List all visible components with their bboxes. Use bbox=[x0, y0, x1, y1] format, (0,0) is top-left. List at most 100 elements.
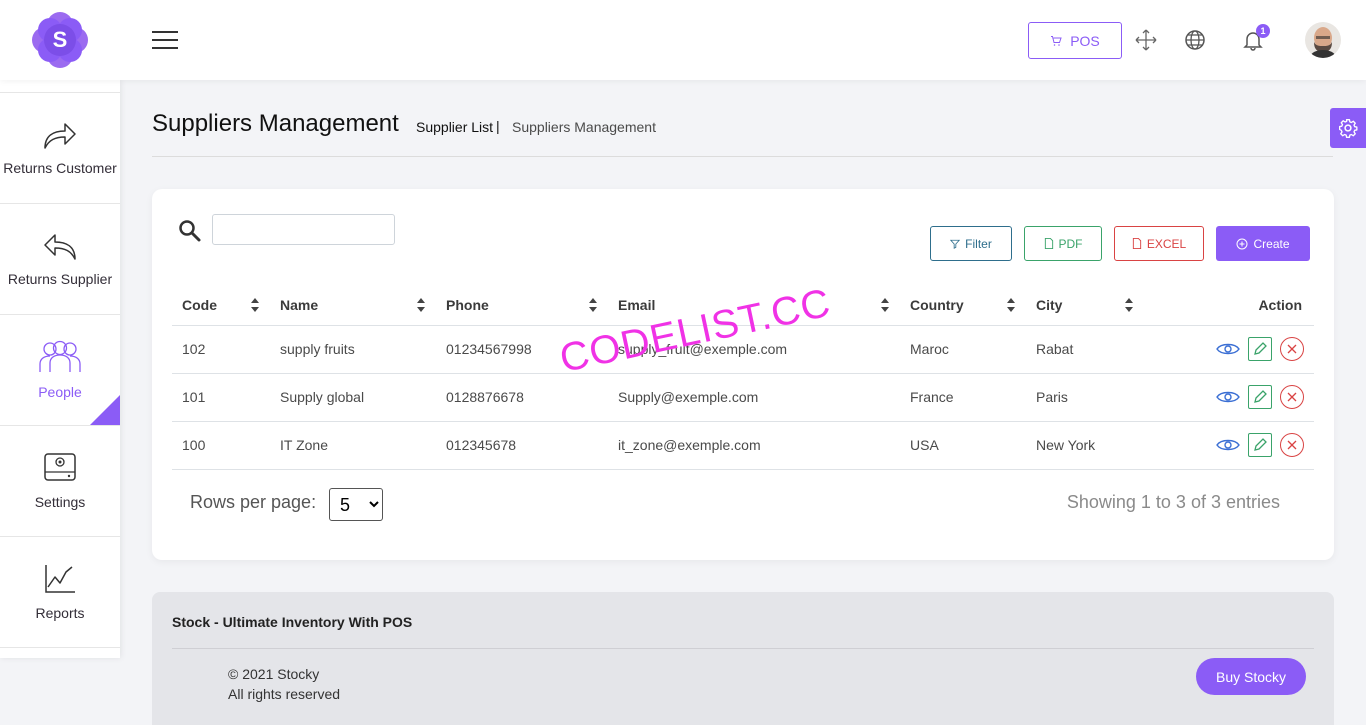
delete-x-icon[interactable] bbox=[1280, 385, 1304, 409]
pos-button-label: POS bbox=[1070, 32, 1100, 49]
column-header-country[interactable]: Country bbox=[900, 285, 1026, 326]
rows-per-page-label: Rows per page: bbox=[190, 492, 317, 512]
column-header-phone[interactable]: Phone bbox=[436, 285, 608, 326]
sort-icon bbox=[1125, 298, 1133, 312]
user-avatar[interactable] bbox=[1305, 22, 1341, 58]
returns-supplier-icon bbox=[44, 234, 76, 260]
column-header-city[interactable]: City bbox=[1026, 285, 1144, 326]
column-header-name[interactable]: Name bbox=[270, 285, 436, 326]
edit-pencil-icon[interactable] bbox=[1248, 433, 1273, 457]
sidebar-item-label: Returns Supplier bbox=[7, 271, 113, 287]
logo-letter: S bbox=[52, 27, 68, 52]
cell-code: 102 bbox=[172, 325, 270, 374]
sidebar-item-people[interactable]: People bbox=[0, 314, 120, 425]
excel-export-button[interactable]: EXCEL bbox=[1114, 226, 1204, 261]
view-eye-icon[interactable] bbox=[1216, 342, 1241, 356]
sidebar-item-settings[interactable]: Settings bbox=[0, 425, 120, 536]
pdf-export-button[interactable]: PDF bbox=[1024, 226, 1102, 261]
entries-summary: Showing 1 to 3 of 3 entries bbox=[1066, 492, 1280, 512]
sort-icon bbox=[881, 298, 889, 312]
filter-icon bbox=[950, 239, 961, 249]
returns-customer-icon bbox=[44, 123, 76, 149]
language-globe-icon[interactable] bbox=[1183, 28, 1207, 52]
people-icon bbox=[39, 340, 81, 372]
menu-toggle-icon[interactable] bbox=[152, 31, 178, 50]
sidebar-item-returns-customer[interactable]: Returns Customer bbox=[0, 92, 120, 203]
rows-per-page-select[interactable]: 5 bbox=[329, 488, 383, 521]
reports-icon bbox=[45, 565, 75, 593]
view-eye-icon[interactable] bbox=[1216, 438, 1241, 452]
cell-email: supply_fruit@exemple.com bbox=[608, 325, 900, 374]
pdf-button-label: PDF bbox=[1058, 236, 1083, 251]
excel-button-label: EXCEL bbox=[1146, 236, 1187, 251]
sidebar-item-label: Settings bbox=[34, 494, 86, 510]
sidebar-divider bbox=[0, 647, 120, 648]
cell-city: Rabat bbox=[1026, 325, 1144, 374]
delete-x-icon[interactable] bbox=[1280, 433, 1304, 457]
search-input[interactable] bbox=[212, 214, 395, 245]
page-title: Suppliers Management bbox=[152, 110, 399, 137]
cell-name: supply fruits bbox=[270, 325, 436, 374]
suppliers-card: Filter PDF EXCEL Create Code Name Phone … bbox=[152, 189, 1334, 560]
app-logo[interactable]: S bbox=[31, 11, 89, 69]
table-header-row: Code Name Phone Email Country City Actio… bbox=[172, 285, 1314, 326]
cell-email: it_zone@exemple.com bbox=[608, 421, 900, 470]
theme-settings-button[interactable] bbox=[1330, 108, 1366, 148]
footer-divider bbox=[172, 648, 1314, 649]
cell-email: Supply@exemple.com bbox=[608, 373, 900, 422]
breadcrumb-separator: | bbox=[496, 118, 500, 134]
footer-copyright: © 2021 Stocky bbox=[228, 666, 320, 682]
active-corner-marker bbox=[90, 395, 120, 425]
cell-code: 100 bbox=[172, 421, 270, 470]
notification-badge: 1 bbox=[1256, 24, 1270, 38]
breadcrumb-parent: Suppliers Management bbox=[512, 119, 656, 135]
sort-icon bbox=[417, 298, 425, 312]
sidebar-item-returns-supplier[interactable]: Returns Supplier bbox=[0, 203, 120, 314]
table-row: 101 Supply global 0128876678 Supply@exem… bbox=[172, 373, 1314, 422]
cell-name: IT Zone bbox=[270, 421, 436, 470]
sort-icon bbox=[251, 298, 259, 312]
cell-phone: 012345678 bbox=[436, 421, 608, 470]
filter-button[interactable]: Filter bbox=[930, 226, 1012, 261]
cell-name: Supply global bbox=[270, 373, 436, 422]
add-circle-icon bbox=[1236, 238, 1248, 249]
cell-city: Paris bbox=[1026, 373, 1144, 422]
filter-button-label: Filter bbox=[965, 236, 992, 251]
sidebar: Returns Customer Returns Supplier People… bbox=[0, 80, 120, 658]
suppliers-table: Code Name Phone Email Country City Actio… bbox=[172, 285, 1314, 470]
column-header-action: Action bbox=[1144, 285, 1314, 326]
cell-actions bbox=[1144, 373, 1314, 422]
footer-title: Stock - Ultimate Inventory With POS bbox=[172, 614, 413, 630]
table-row: 102 supply fruits 01234567998 supply_fru… bbox=[172, 325, 1314, 374]
excel-file-icon bbox=[1132, 238, 1141, 249]
fullscreen-icon[interactable] bbox=[1134, 28, 1158, 52]
create-button[interactable]: Create bbox=[1216, 226, 1310, 261]
sort-icon bbox=[1007, 298, 1015, 312]
settings-icon bbox=[44, 453, 76, 481]
pos-button[interactable]: POS bbox=[1028, 22, 1122, 59]
cell-code: 101 bbox=[172, 373, 270, 422]
cell-actions bbox=[1144, 421, 1314, 470]
view-eye-icon[interactable] bbox=[1216, 390, 1241, 404]
sidebar-item-label: People bbox=[38, 384, 82, 400]
column-header-email[interactable]: Email bbox=[608, 285, 900, 326]
breadcrumb-current[interactable]: Supplier List bbox=[416, 119, 493, 135]
cell-phone: 0128876678 bbox=[436, 373, 608, 422]
gear-icon bbox=[1339, 119, 1358, 138]
delete-x-icon[interactable] bbox=[1280, 337, 1304, 361]
title-divider bbox=[152, 156, 1333, 157]
column-header-code[interactable]: Code bbox=[172, 285, 270, 326]
cell-city: New York bbox=[1026, 421, 1144, 470]
sidebar-item-reports[interactable]: Reports bbox=[0, 536, 120, 647]
sort-icon bbox=[589, 298, 597, 312]
top-header: S POS 1 bbox=[0, 0, 1366, 80]
footer-rights: All rights reserved bbox=[228, 686, 341, 702]
buy-stocky-button[interactable]: Buy Stocky bbox=[1196, 658, 1306, 695]
cell-actions bbox=[1144, 325, 1314, 374]
edit-pencil-icon[interactable] bbox=[1248, 337, 1273, 361]
sidebar-item-label: Returns Customer bbox=[3, 160, 117, 176]
edit-pencil-icon[interactable] bbox=[1248, 385, 1273, 409]
cart-icon bbox=[1051, 35, 1062, 46]
footer: Stock - Ultimate Inventory With POS © 20… bbox=[152, 592, 1334, 725]
cell-phone: 01234567998 bbox=[436, 325, 608, 374]
